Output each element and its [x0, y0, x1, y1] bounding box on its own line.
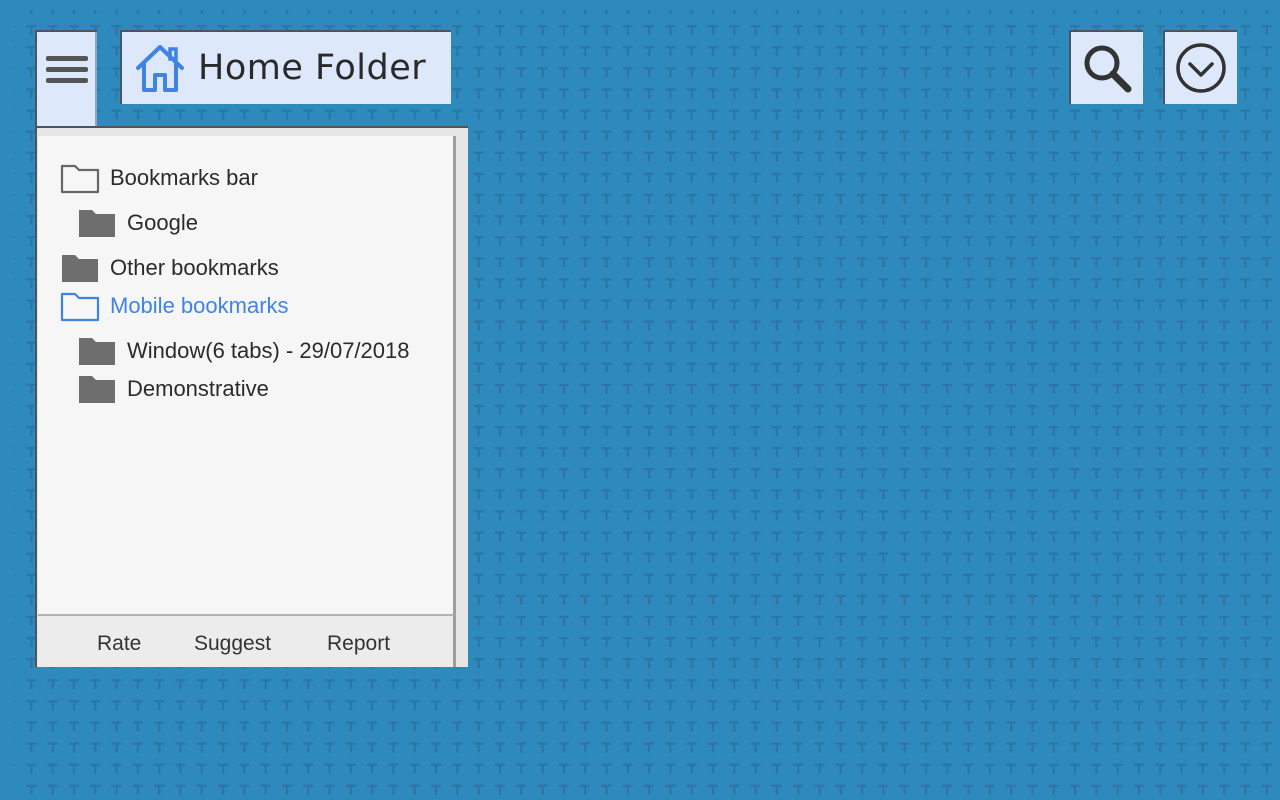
- folder-open-icon: [60, 292, 100, 322]
- bookmarks-tree-panel: Bookmarks bar Google Other bookmarks Mob…: [38, 136, 456, 614]
- folder-open-icon: [60, 164, 100, 194]
- folder-icon: [79, 210, 115, 237]
- tree-item-label: Bookmarks bar: [110, 165, 258, 190]
- report-link[interactable]: Report: [327, 632, 390, 656]
- tree-item-bookmarks-bar[interactable]: Bookmarks bar: [60, 162, 258, 194]
- tree-item-label: Google: [127, 210, 198, 235]
- tree-item-label: Mobile bookmarks: [110, 293, 289, 318]
- search-button[interactable]: [1069, 30, 1143, 104]
- page-title: Home Folder: [198, 48, 427, 88]
- folder-icon: [62, 255, 98, 282]
- tree-item-window-tabs[interactable]: Window(6 tabs) - 29/07/2018: [77, 335, 410, 367]
- home-folder-button[interactable]: Home Folder: [120, 30, 451, 104]
- menu-button[interactable]: [35, 30, 97, 136]
- folder-icon: [79, 376, 115, 403]
- tree-item-demonstrative[interactable]: Demonstrative: [77, 373, 269, 405]
- tree-item-label: Other bookmarks: [110, 255, 279, 280]
- chevron-down-circle-icon: [1176, 43, 1226, 93]
- tree-item-label: Window(6 tabs) - 29/07/2018: [127, 338, 410, 363]
- rate-link[interactable]: Rate: [97, 632, 141, 656]
- search-icon: [1084, 45, 1132, 93]
- dropdown-button[interactable]: [1163, 30, 1237, 104]
- hamburger-icon: [46, 56, 88, 86]
- tree-item-google[interactable]: Google: [77, 207, 198, 239]
- home-icon: [136, 45, 184, 92]
- tree-item-other-bookmarks[interactable]: Other bookmarks: [60, 252, 279, 284]
- folder-icon: [79, 338, 115, 365]
- tree-item-label: Demonstrative: [127, 376, 269, 401]
- panel-footer: Rate Suggest Report: [38, 614, 456, 667]
- tree-item-mobile-bookmarks[interactable]: Mobile bookmarks: [60, 290, 289, 322]
- suggest-link[interactable]: Suggest: [194, 632, 271, 656]
